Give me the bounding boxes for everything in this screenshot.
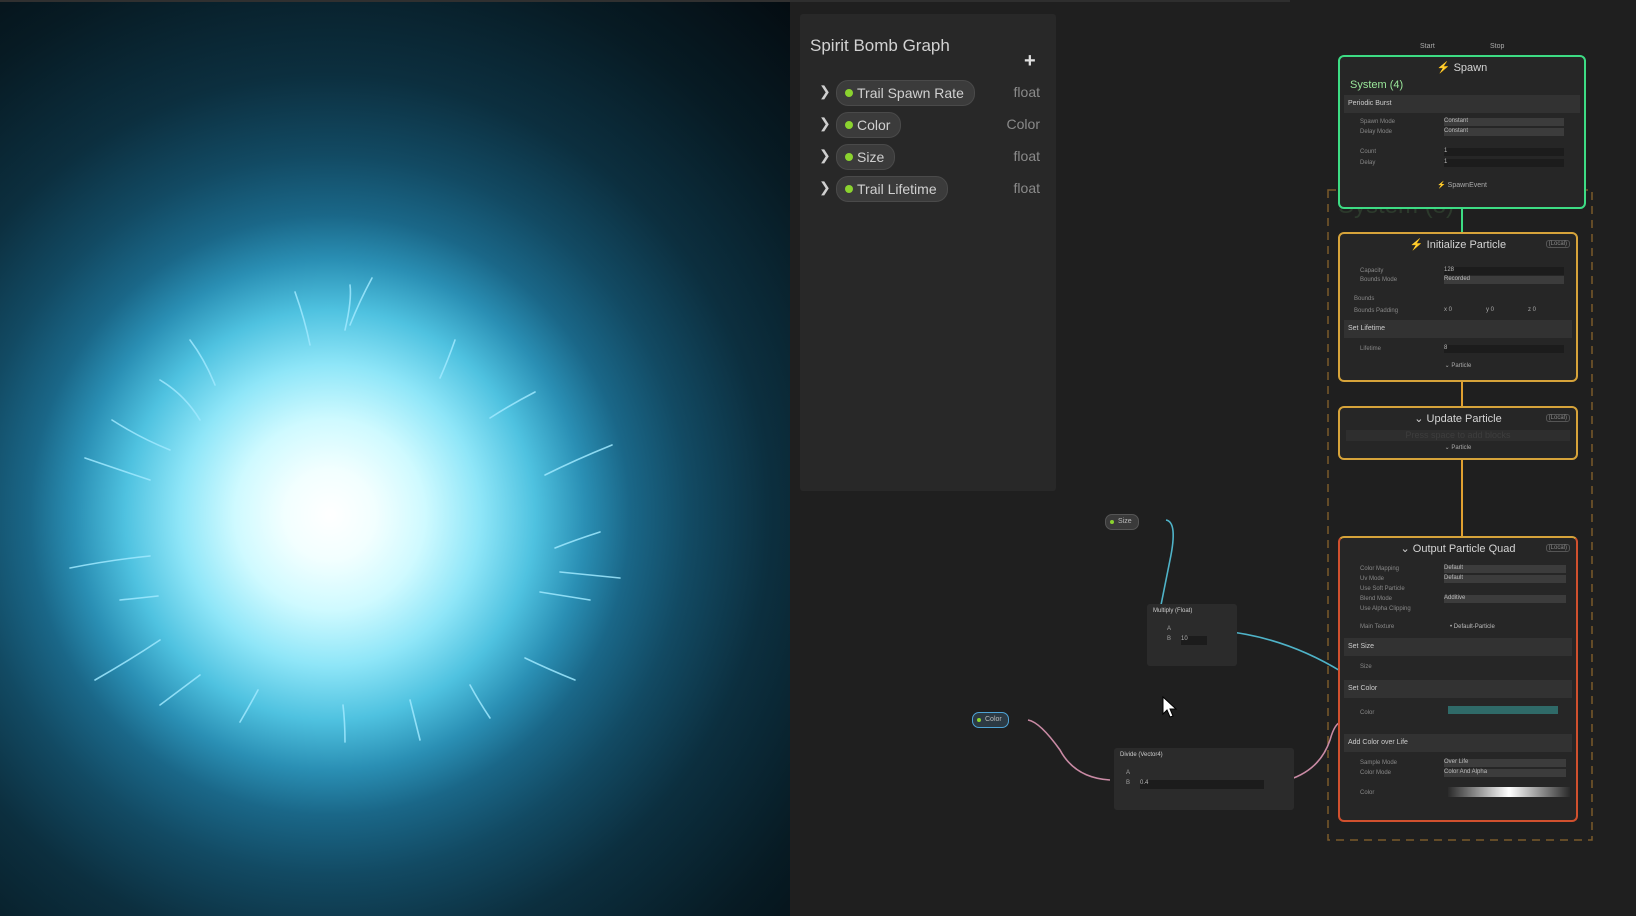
gradient-field[interactable] xyxy=(1448,787,1570,797)
output-title: ⌄ Output Particle Quad xyxy=(1340,542,1576,555)
initialize-context[interactable]: ⚡ Initialize Particle (Local) Capacity 1… xyxy=(1338,232,1578,382)
lifetime-field[interactable]: 8 xyxy=(1444,345,1564,353)
space-badge[interactable]: (Local) xyxy=(1545,240,1570,248)
spawn-event-label: SpawnEvent xyxy=(1447,182,1487,189)
delay-mode-select[interactable]: Constant xyxy=(1444,128,1564,136)
start-port-label: Start xyxy=(1420,43,1435,50)
color-mode-label: Color Mode xyxy=(1360,770,1392,776)
size-input-label: Size xyxy=(1360,664,1372,670)
color-mapping-select[interactable]: Default xyxy=(1444,565,1566,573)
sample-mode-label: Sample Mode xyxy=(1360,760,1398,766)
input-a-label: A xyxy=(1126,770,1131,776)
chevron-down-icon: ⌄ xyxy=(1444,363,1450,369)
blend-mode-select[interactable]: Additive xyxy=(1444,595,1566,603)
spawn-event-output[interactable]: ⚡ SpawnEvent xyxy=(1340,181,1584,189)
system-name[interactable]: System (4) xyxy=(1350,79,1403,91)
block-periodic-burst[interactable]: Periodic Burst xyxy=(1344,95,1580,113)
scene-viewport[interactable] xyxy=(0,0,790,916)
wire-divide-setcolor xyxy=(1287,721,1343,781)
output-context[interactable]: ⌄ Output Particle Quad (Local) Color Map… xyxy=(1338,536,1578,822)
color-parameter-node[interactable]: Color xyxy=(972,712,1009,728)
multiply-title: Multiply (Float) xyxy=(1153,608,1193,614)
spawn-title-text: Spawn xyxy=(1453,62,1488,74)
bounds-padding-y[interactable]: y 0 xyxy=(1486,307,1494,313)
chevron-down-icon: ⌄ xyxy=(1414,413,1424,425)
input-a-label: A xyxy=(1167,626,1172,632)
vfx-graph-editor[interactable]: Spirit Bomb Graph + ❯ Trail Spawn Rate f… xyxy=(790,0,1636,916)
wire-color-divide xyxy=(1027,719,1111,781)
block-set-lifetime[interactable]: Set Lifetime xyxy=(1344,320,1572,338)
count-field[interactable]: 1 xyxy=(1444,148,1564,156)
size-parameter-label: Size xyxy=(1118,518,1132,525)
capacity-field[interactable]: 128 xyxy=(1444,267,1564,275)
mouse-cursor-icon xyxy=(1162,696,1178,718)
input-b-field[interactable]: 10 xyxy=(1181,636,1207,645)
lightning-icon: ⚡ xyxy=(1436,62,1451,74)
spawn-title: ⚡ Spawn xyxy=(1340,61,1584,74)
block-set-size[interactable]: Set Size xyxy=(1344,638,1572,656)
particle-output[interactable]: ⌄ Particle xyxy=(1340,444,1576,451)
spawn-context[interactable]: Start Stop ⚡ Spawn System (4) Periodic B… xyxy=(1338,43,1586,209)
gradient-label: Color xyxy=(1360,790,1375,796)
sample-mode-select[interactable]: Over Life xyxy=(1444,759,1566,767)
chevron-down-icon: ⌄ xyxy=(1444,445,1450,451)
exposed-dot-icon xyxy=(1110,520,1114,524)
initialize-title: ⚡ Initialize Particle xyxy=(1340,238,1576,251)
input-b-label: B xyxy=(1167,636,1172,642)
main-texture-label: Main Texture xyxy=(1360,624,1395,630)
particle-output[interactable]: ⌄ Particle xyxy=(1340,362,1576,369)
update-context[interactable]: ⌄ Update Particle (Local) Press space to… xyxy=(1338,406,1578,460)
color-parameter-label: Color xyxy=(985,716,1002,723)
input-b-field[interactable]: 0.4 xyxy=(1140,780,1264,789)
bounds-padding-label[interactable]: Bounds Padding xyxy=(1354,308,1398,314)
delay-mode-label: Delay Mode xyxy=(1360,129,1393,135)
stop-port-label: Stop xyxy=(1490,43,1505,50)
color-mapping-label: Color Mapping xyxy=(1360,566,1400,572)
update-title: ⌄ Update Particle xyxy=(1340,412,1576,425)
block-set-color[interactable]: Set Color xyxy=(1344,680,1572,698)
update-title-text: Update Particle xyxy=(1426,413,1502,425)
uv-mode-select[interactable]: Default xyxy=(1444,575,1566,583)
color-swatch[interactable] xyxy=(1448,706,1558,714)
delay-label: Delay xyxy=(1360,160,1376,166)
empty-blocks-hint: Press space to add blocks xyxy=(1346,430,1570,441)
color-input-label: Color xyxy=(1360,710,1375,716)
wire-multiply-setsize xyxy=(1231,631,1343,673)
bounds-mode-label: Bounds Mode xyxy=(1360,277,1398,283)
size-parameter-node[interactable]: Size xyxy=(1105,514,1139,530)
space-badge[interactable]: (Local) xyxy=(1545,544,1570,552)
uv-mode-label: Uv Mode xyxy=(1360,576,1385,582)
color-mode-select[interactable]: Color And Alpha xyxy=(1444,769,1566,777)
bounds-padding-x[interactable]: x 0 xyxy=(1444,307,1452,313)
chevron-down-icon: ⌄ xyxy=(1400,543,1410,555)
input-b-label: B xyxy=(1126,780,1131,786)
lightning-icon: ⚡ xyxy=(1437,182,1446,189)
main-texture-field[interactable]: • Default-Particle xyxy=(1450,624,1495,630)
spawn-mode-label: Spawn Mode xyxy=(1360,119,1396,125)
blend-mode-label: Blend Mode xyxy=(1360,596,1393,602)
capacity-label: Capacity xyxy=(1360,268,1384,274)
bounds-mode-select[interactable]: Recorded xyxy=(1444,276,1564,284)
count-label: Count xyxy=(1360,149,1377,155)
delay-field[interactable]: 1 xyxy=(1444,159,1564,167)
spawn-mode-select[interactable]: Constant xyxy=(1444,118,1564,126)
initialize-title-text: Initialize Particle xyxy=(1426,239,1507,251)
divide-title: Divide (Vector4) xyxy=(1120,752,1163,758)
alpha-clipping-label: Use Alpha Clipping xyxy=(1360,606,1411,612)
divide-node[interactable]: Divide (Vector4) A B 0.4 xyxy=(1114,748,1294,810)
block-add-color-over-life[interactable]: Add Color over Life xyxy=(1344,734,1572,752)
bounds-label[interactable]: Bounds xyxy=(1354,296,1374,302)
soft-particle-label: Use Soft Particle xyxy=(1360,586,1405,592)
exposed-dot-icon xyxy=(977,718,981,722)
lifetime-label: Lifetime xyxy=(1360,346,1382,352)
particle-output-label: Particle xyxy=(1451,363,1472,369)
space-badge[interactable]: (Local) xyxy=(1545,414,1570,422)
bounds-padding-z[interactable]: z 0 xyxy=(1528,307,1536,313)
lightning-icon: ⚡ xyxy=(1409,239,1424,251)
output-title-text: Output Particle Quad xyxy=(1412,543,1516,555)
multiply-node[interactable]: Multiply (Float) A B 10 xyxy=(1147,604,1237,666)
particle-output-label: Particle xyxy=(1451,445,1472,451)
energy-sphere-sparks xyxy=(69,277,621,743)
